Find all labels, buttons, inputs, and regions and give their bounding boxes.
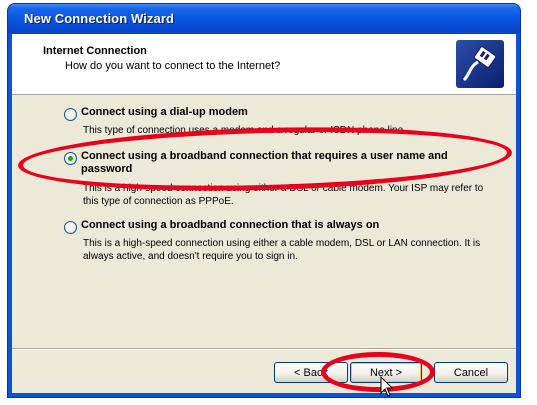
option-broadband-always-on-description: This is a high-speed connection using ei… [83, 238, 481, 262]
broadband-pppoe-radio[interactable] [64, 152, 77, 165]
network-cable-icon [456, 40, 504, 88]
title-bar[interactable]: New Connection Wizard [8, 4, 520, 34]
window-title: New Connection Wizard [24, 11, 175, 26]
option-broadband-pppoe-label[interactable]: Connect using a broadband connection tha… [81, 150, 501, 176]
wizard-body: Internet Connection How do you want to c… [12, 34, 516, 393]
page-subtitle: How do you want to connect to the Intern… [65, 60, 281, 72]
wizard-window: New Connection Wizard Internet Connectio… [8, 4, 520, 397]
page-title: Internet Connection [43, 45, 147, 57]
option-broadband-pppoe-description: This is a high-speed connection using ei… [83, 183, 484, 207]
cancel-button[interactable]: Cancel [434, 362, 508, 383]
footer-divider [12, 348, 516, 350]
option-broadband-always-on-label[interactable]: Connect using a broadband connection tha… [81, 219, 501, 232]
wizard-header: Internet Connection How do you want to c… [12, 34, 516, 95]
back-button[interactable]: < Back [274, 362, 348, 383]
mouse-cursor-icon [380, 375, 394, 403]
option-dialup-description: This type of connection uses a modem and… [83, 125, 406, 136]
broadband-always-on-radio[interactable] [64, 221, 77, 234]
option-dialup-label[interactable]: Connect using a dial-up modem [81, 106, 501, 119]
dialup-radio[interactable] [64, 108, 77, 121]
